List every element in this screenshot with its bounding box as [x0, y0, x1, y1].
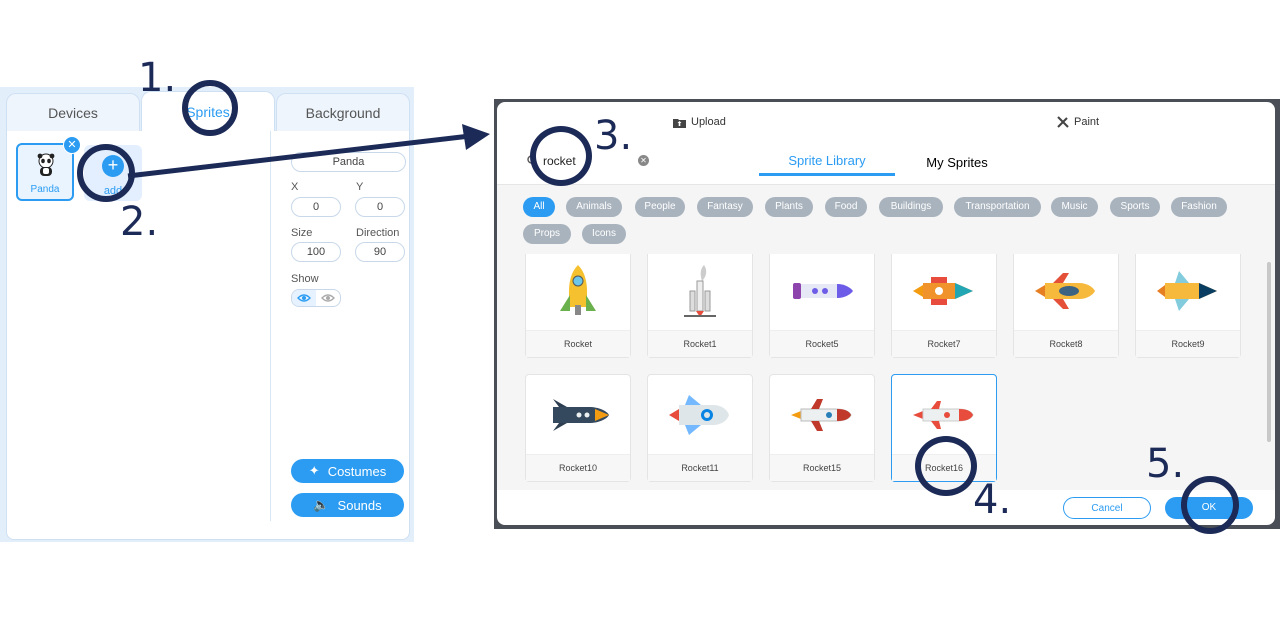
sprite-card-rocket11[interactable]: Rocket11 — [647, 374, 753, 482]
sprite-card-rocket[interactable]: Rocket — [525, 254, 631, 358]
sprite-card-rocket10[interactable]: Rocket10 — [525, 374, 631, 482]
sprite-card-rocket5[interactable]: Rocket5 — [769, 254, 875, 358]
rocket-icon — [1014, 254, 1118, 331]
paint-button[interactable]: Paint — [1057, 116, 1099, 128]
sprite-name: Rocket7 — [892, 330, 996, 357]
category-transportation[interactable]: Transportation — [954, 197, 1041, 217]
sprite-panel: Devices Background Panda ✕ + add Panda X… — [0, 87, 414, 542]
annotation-ring-4 — [915, 436, 977, 496]
hide-eye-icon[interactable] — [316, 290, 340, 306]
direction-input[interactable]: 90 — [355, 242, 405, 262]
y-label: Y — [356, 181, 364, 193]
category-food[interactable]: Food — [825, 197, 867, 217]
costume-icon: ✦ — [308, 463, 320, 478]
y-input[interactable]: 0 — [355, 197, 405, 217]
rocket-icon — [526, 375, 630, 455]
direction-label: Direction — [356, 227, 400, 239]
step-number-5: 5. — [1146, 441, 1185, 487]
sprite-properties: Panda X Y 0 0 Size Direction 100 90 Show — [270, 131, 412, 521]
upload-button[interactable]: Upload — [673, 116, 726, 128]
rocket-icon — [526, 254, 630, 331]
clear-search-icon[interactable]: ✕ — [638, 155, 649, 166]
sprite-card-rocket1[interactable]: Rocket1 — [647, 254, 753, 358]
upload-icon — [673, 118, 686, 128]
sprite-name: Rocket11 — [648, 454, 752, 481]
step-number-1: 1. — [138, 55, 177, 101]
size-input[interactable]: 100 — [291, 242, 341, 262]
rocket-icon — [770, 375, 874, 455]
category-animals[interactable]: Animals — [566, 197, 622, 217]
sprite-panel-body: Panda ✕ + add Panda X Y 0 0 Size Directi… — [6, 131, 410, 540]
show-eye-icon[interactable] — [292, 290, 316, 306]
upload-label: Upload — [691, 116, 726, 128]
annotation-ring-2 — [77, 144, 135, 202]
rocket-icon — [648, 375, 752, 455]
rocket-icon — [1136, 254, 1240, 331]
tab-background[interactable]: Background — [276, 93, 410, 131]
sprite-name: Rocket9 — [1136, 330, 1240, 357]
sprite-name: Rocket — [526, 330, 630, 357]
annotation-ring-3 — [530, 126, 592, 186]
grid-scrollbar[interactable] — [1267, 262, 1271, 442]
sounds-label: Sounds — [337, 497, 382, 513]
step-number-2: 2. — [120, 199, 159, 245]
category-plants[interactable]: Plants — [765, 197, 813, 217]
category-icons[interactable]: Icons — [582, 224, 626, 244]
remove-sprite-icon[interactable]: ✕ — [63, 136, 81, 154]
annotation-ring-5 — [1181, 476, 1239, 534]
sprite-card-rocket7[interactable]: Rocket7 — [891, 254, 997, 358]
category-sports[interactable]: Sports — [1110, 197, 1160, 217]
sprite-name: Rocket5 — [770, 330, 874, 357]
paint-icon — [1057, 116, 1069, 128]
x-label: X — [291, 181, 299, 193]
category-fantasy[interactable]: Fantasy — [697, 197, 753, 217]
paint-label: Paint — [1074, 116, 1100, 128]
tab-sprite-library[interactable]: Sprite Library — [759, 148, 895, 176]
category-buildings[interactable]: Buildings — [879, 197, 943, 217]
sprite-name: Rocket1 — [648, 330, 752, 357]
sprite-name: Rocket10 — [526, 454, 630, 481]
category-all[interactable]: All — [523, 197, 555, 217]
show-toggle[interactable] — [291, 289, 341, 307]
sprite-name: Rocket15 — [770, 454, 874, 481]
sprite-name: Rocket8 — [1014, 330, 1118, 357]
x-input[interactable]: 0 — [291, 197, 341, 217]
sprite-card-rocket15[interactable]: Rocket15 — [769, 374, 875, 482]
step-number-3: 3. — [594, 113, 633, 159]
show-label: Show — [291, 273, 319, 285]
panda-icon — [37, 153, 55, 176]
speaker-icon: 🔈 — [313, 497, 330, 512]
category-music[interactable]: Music — [1051, 197, 1098, 217]
category-props[interactable]: Props — [523, 224, 571, 244]
category-people[interactable]: People — [635, 197, 685, 217]
sprite-card-rocket8[interactable]: Rocket8 — [1013, 254, 1119, 358]
sprite-name-input[interactable]: Panda — [291, 152, 406, 172]
rocket-icon — [770, 254, 874, 331]
category-fashion[interactable]: Fashion — [1171, 197, 1227, 217]
rocket-launch-icon — [648, 254, 752, 331]
cancel-button[interactable]: Cancel — [1063, 497, 1151, 519]
tab-devices[interactable]: Devices — [6, 93, 140, 131]
sprite-card-rocket9[interactable]: Rocket9 — [1135, 254, 1241, 358]
step-number-4: 4. — [973, 477, 1012, 523]
sprite-label: Panda — [30, 184, 60, 195]
annotation-ring-1 — [182, 80, 238, 136]
costumes-label: Costumes — [327, 463, 387, 479]
tab-my-sprites[interactable]: My Sprites — [897, 148, 1017, 176]
costumes-button[interactable]: ✦ Costumes — [291, 459, 404, 483]
category-filter: All Animals People Fantasy Plants Food B… — [497, 184, 1275, 255]
size-label: Size — [291, 227, 313, 239]
rocket-icon — [892, 254, 996, 331]
sounds-button[interactable]: 🔈 Sounds — [291, 493, 404, 517]
